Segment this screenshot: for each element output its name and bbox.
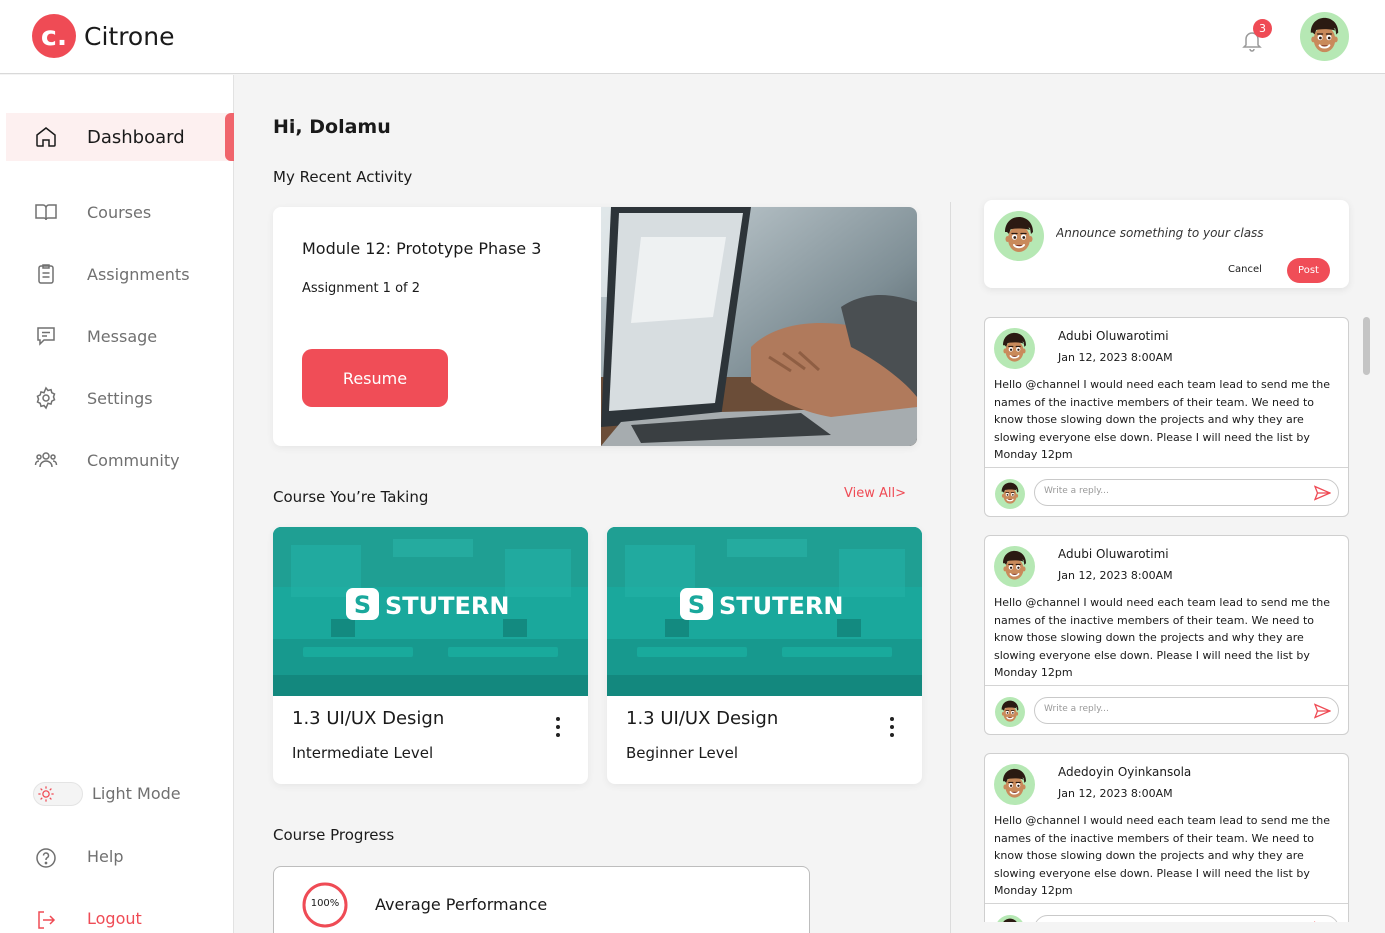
citrone-logo[interactable]: c. Citrone (32, 14, 174, 58)
send-icon[interactable] (1314, 485, 1331, 501)
sidebar-item-label: Dashboard (87, 126, 185, 148)
greeting: Hi, Dolamu (273, 116, 391, 138)
sidebar-item-courses[interactable]: Courses (6, 188, 234, 236)
column-divider (950, 202, 951, 933)
book-icon (35, 204, 57, 221)
progress-card: 100% Average Performance (273, 866, 810, 933)
post-date: Jan 12, 2023 8:00AM (1058, 787, 1173, 800)
chat-icon (37, 327, 55, 346)
course-title: 1.3 UI/UX Design (292, 708, 445, 729)
user-avatar (994, 211, 1044, 261)
activity-title: Module 12: Prototype Phase 3 (302, 239, 542, 258)
logout-label: Logout (87, 909, 142, 928)
sidebar-item-label: Assignments (87, 264, 190, 284)
stutern-logo-letter: S (688, 591, 705, 619)
home-icon (36, 127, 56, 147)
recent-activity-title: My Recent Activity (273, 168, 413, 186)
sun-icon (38, 786, 54, 802)
more-options-icon[interactable] (551, 716, 565, 738)
course-card[interactable]: S STUTERN 1.3 UI/UX Design Beginner Leve… (607, 527, 922, 784)
reply-field[interactable] (1034, 479, 1339, 506)
recent-activity-card: Module 12: Prototype Phase 3 Assignment … (273, 207, 917, 446)
feed-post: Adubi Oluwarotimi Jan 12, 2023 8:00AM He… (984, 317, 1349, 517)
logo-text: Citrone (84, 21, 175, 51)
course-banner: S STUTERN (607, 527, 922, 696)
view-all-link[interactable]: View All> (844, 486, 906, 501)
more-options-icon[interactable] (885, 716, 899, 738)
course-level: Beginner Level (626, 744, 738, 762)
logout-link[interactable]: Logout (0, 906, 234, 933)
divider (985, 685, 1348, 686)
post-body: Hello @channel I would need each team le… (994, 378, 1330, 461)
send-icon[interactable] (1314, 921, 1331, 922)
stutern-wordmark: STUTERN (385, 592, 509, 620)
divider (985, 467, 1348, 468)
reply-input[interactable] (1044, 704, 1304, 714)
announce-box: Cancel Post (984, 200, 1349, 288)
sidebar-item-dashboard[interactable]: Dashboard (6, 113, 234, 161)
announce-input[interactable] (1056, 226, 1336, 240)
course-banner: S STUTERN (273, 527, 588, 696)
course-title: 1.3 UI/UX Design (626, 708, 779, 729)
activity-subtitle: Assignment 1 of 2 (302, 281, 421, 296)
user-avatar (995, 479, 1025, 509)
average-performance-label: Average Performance (375, 895, 548, 914)
gear-icon (36, 386, 56, 410)
stutern-wordmark: STUTERN (719, 592, 843, 620)
courses-title: Course You’re Taking (273, 488, 429, 506)
post-date: Jan 12, 2023 8:00AM (1058, 569, 1173, 582)
post-author: Adubi Oluwarotimi (1058, 329, 1169, 343)
post-author: Adubi Oluwarotimi (1058, 547, 1169, 561)
top-bar: c. Citrone 3 (0, 0, 1385, 74)
user-avatar[interactable] (1300, 12, 1349, 61)
post-body: Hello @channel I would need each team le… (994, 596, 1330, 679)
sidebar-item-assignments[interactable]: Assignments (6, 250, 234, 298)
course-level: Intermediate Level (292, 744, 434, 762)
reply-field[interactable] (1034, 915, 1339, 922)
sidebar-item-message[interactable]: Message (6, 312, 234, 360)
post-date: Jan 12, 2023 8:00AM (1058, 351, 1173, 364)
post-body: Hello @channel I would need each team le… (994, 814, 1330, 897)
people-icon (34, 452, 58, 468)
post-author: Adedoyin Oyinkansola (1058, 765, 1192, 779)
feed-post: Adedoyin Oyinkansola Jan 12, 2023 8:00AM… (984, 753, 1349, 922)
laptop-photo (601, 207, 917, 446)
feed-scrollbar[interactable] (1363, 317, 1370, 375)
theme-toggle[interactable] (33, 782, 83, 806)
author-avatar (994, 764, 1035, 805)
sidebar-item-label: Message (87, 326, 158, 346)
send-icon[interactable] (1314, 703, 1331, 719)
user-avatar (995, 915, 1025, 922)
sidebar-item-settings[interactable]: Settings (6, 374, 234, 422)
help-label: Help (87, 847, 124, 866)
reply-input[interactable] (1044, 486, 1304, 496)
sidebar-item-label: Community (87, 450, 180, 470)
light-mode-label: Light Mode (92, 784, 181, 803)
logout-icon (38, 911, 56, 929)
resume-button[interactable]: Resume (302, 349, 448, 407)
reply-field[interactable] (1034, 697, 1339, 724)
feed-post: Adubi Oluwarotimi Jan 12, 2023 8:00AM He… (984, 535, 1349, 735)
clipboard-icon (38, 264, 54, 284)
help-icon (36, 848, 56, 868)
course-progress-title: Course Progress (273, 826, 395, 844)
help-link[interactable]: Help (0, 844, 234, 872)
performance-value: 100% (310, 898, 340, 909)
sidebar-item-label: Courses (87, 202, 152, 222)
logo-mark: c. (32, 14, 76, 58)
sidebar-item-community[interactable]: Community (6, 436, 234, 484)
sidebar: Dashboard Courses Assignments Message Se… (0, 75, 234, 933)
sidebar-item-label: Settings (87, 388, 153, 408)
divider (985, 903, 1348, 904)
user-avatar (995, 697, 1025, 727)
announcement-feed[interactable]: Adubi Oluwarotimi Jan 12, 2023 8:00AM He… (984, 316, 1350, 922)
cancel-button[interactable]: Cancel (1228, 264, 1262, 275)
author-avatar (994, 328, 1035, 369)
notification-badge: 3 (1253, 19, 1272, 38)
author-avatar (994, 546, 1035, 587)
post-button[interactable]: Post (1287, 258, 1330, 283)
course-card[interactable]: S STUTERN 1.3 UI/UX Design Intermediate … (273, 527, 588, 784)
stutern-logo-letter: S (354, 591, 371, 619)
